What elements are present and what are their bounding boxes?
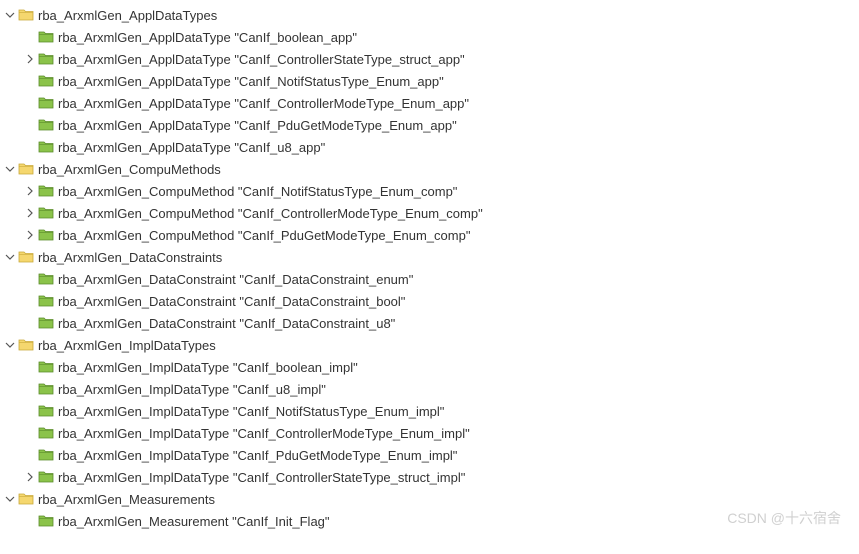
tree-node-label: rba_ArxmlGen_ApplDataType "CanIf_u8_app": [58, 140, 325, 155]
tree-parent-node[interactable]: rba_ArxmlGen_CompuMethods: [0, 158, 859, 180]
folder-icon: [18, 492, 34, 506]
folder-icon: [18, 162, 34, 176]
tree-node-label: rba_ArxmlGen_ApplDataType "CanIf_NotifSt…: [58, 74, 444, 89]
chevron-right-icon[interactable]: [22, 469, 38, 485]
toggle-spacer: [22, 315, 38, 331]
folder-icon: [38, 360, 54, 374]
tree-node-label: rba_ArxmlGen_ApplDataTypes: [38, 8, 217, 23]
toggle-spacer: [22, 139, 38, 155]
tree-child-node[interactable]: rba_ArxmlGen_ImplDataType "CanIf_NotifSt…: [0, 400, 859, 422]
tree-node-label: rba_ArxmlGen_ImplDataType "CanIf_Control…: [58, 426, 470, 441]
toggle-spacer: [22, 381, 38, 397]
folder-icon: [38, 228, 54, 242]
tree-child-node[interactable]: rba_ArxmlGen_ImplDataType "CanIf_u8_impl…: [0, 378, 859, 400]
chevron-down-icon[interactable]: [2, 491, 18, 507]
chevron-right-icon[interactable]: [22, 205, 38, 221]
folder-icon: [38, 184, 54, 198]
toggle-spacer: [22, 29, 38, 45]
tree-node-label: rba_ArxmlGen_Measurements: [38, 492, 215, 507]
folder-icon: [38, 74, 54, 88]
tree-node-label: rba_ArxmlGen_CompuMethod "CanIf_Controll…: [58, 206, 483, 221]
folder-icon: [38, 140, 54, 154]
tree-node-label: rba_ArxmlGen_ApplDataType "CanIf_Control…: [58, 96, 469, 111]
tree-child-node[interactable]: rba_ArxmlGen_ApplDataType "CanIf_Control…: [0, 92, 859, 114]
folder-icon: [18, 250, 34, 264]
tree-node-label: rba_ArxmlGen_CompuMethod "CanIf_PduGetMo…: [58, 228, 470, 243]
watermark: CSDN @十六宿舍: [727, 508, 841, 528]
folder-icon: [38, 294, 54, 308]
folder-icon: [38, 404, 54, 418]
folder-icon: [38, 426, 54, 440]
tree-node-label: rba_ArxmlGen_ImplDataType "CanIf_Control…: [58, 470, 465, 485]
tree-node-label: rba_ArxmlGen_ImplDataType "CanIf_u8_impl…: [58, 382, 326, 397]
folder-icon: [18, 338, 34, 352]
toggle-spacer: [22, 359, 38, 375]
tree-node-label: rba_ArxmlGen_DataConstraint "CanIf_DataC…: [58, 272, 413, 287]
toggle-spacer: [22, 403, 38, 419]
tree-child-node[interactable]: rba_ArxmlGen_DataConstraint "CanIf_DataC…: [0, 312, 859, 334]
tree-parent-node[interactable]: rba_ArxmlGen_Measurements: [0, 488, 859, 510]
tree-node-label: rba_ArxmlGen_ApplDataType "CanIf_boolean…: [58, 30, 357, 45]
folder-icon: [38, 382, 54, 396]
toggle-spacer: [22, 447, 38, 463]
folder-icon: [38, 448, 54, 462]
tree-view: rba_ArxmlGen_ApplDataTypes rba_ArxmlGen_A…: [0, 4, 859, 532]
tree-node-label: rba_ArxmlGen_DataConstraints: [38, 250, 222, 265]
chevron-down-icon[interactable]: [2, 7, 18, 23]
tree-node-label: rba_ArxmlGen_CompuMethod "CanIf_NotifSta…: [58, 184, 457, 199]
tree-node-label: rba_ArxmlGen_DataConstraint "CanIf_DataC…: [58, 316, 395, 331]
folder-icon: [38, 206, 54, 220]
tree-node-label: rba_ArxmlGen_ImplDataType "CanIf_PduGetM…: [58, 448, 457, 463]
tree-node-label: rba_ArxmlGen_CompuMethods: [38, 162, 221, 177]
folder-icon: [38, 30, 54, 44]
tree-node-label: rba_ArxmlGen_ImplDataType "CanIf_boolean…: [58, 360, 358, 375]
folder-icon: [38, 470, 54, 484]
tree-child-node[interactable]: rba_ArxmlGen_ImplDataType "CanIf_Control…: [0, 422, 859, 444]
toggle-spacer: [22, 117, 38, 133]
tree-child-node[interactable]: rba_ArxmlGen_ApplDataType "CanIf_NotifSt…: [0, 70, 859, 92]
tree-child-node[interactable]: rba_ArxmlGen_ImplDataType "CanIf_PduGetM…: [0, 444, 859, 466]
toggle-spacer: [22, 293, 38, 309]
chevron-down-icon[interactable]: [2, 249, 18, 265]
toggle-spacer: [22, 95, 38, 111]
tree-child-node[interactable]: rba_ArxmlGen_ApplDataType "CanIf_u8_app": [0, 136, 859, 158]
tree-child-node[interactable]: rba_ArxmlGen_ApplDataType "CanIf_PduGetM…: [0, 114, 859, 136]
toggle-spacer: [22, 425, 38, 441]
folder-icon: [38, 272, 54, 286]
tree-node-label: rba_ArxmlGen_ImplDataType "CanIf_NotifSt…: [58, 404, 444, 419]
tree-node-label: rba_ArxmlGen_ApplDataType "CanIf_Control…: [58, 52, 465, 67]
folder-icon: [18, 8, 34, 22]
tree-node-label: rba_ArxmlGen_ApplDataType "CanIf_PduGetM…: [58, 118, 457, 133]
chevron-right-icon[interactable]: [22, 227, 38, 243]
tree-child-node[interactable]: rba_ArxmlGen_CompuMethod "CanIf_Controll…: [0, 202, 859, 224]
tree-parent-node[interactable]: rba_ArxmlGen_DataConstraints: [0, 246, 859, 268]
folder-icon: [38, 96, 54, 110]
tree-child-node[interactable]: rba_ArxmlGen_DataConstraint "CanIf_DataC…: [0, 290, 859, 312]
chevron-down-icon[interactable]: [2, 337, 18, 353]
tree-node-label: rba_ArxmlGen_DataConstraint "CanIf_DataC…: [58, 294, 405, 309]
chevron-right-icon[interactable]: [22, 183, 38, 199]
toggle-spacer: [22, 513, 38, 529]
tree-node-label: rba_ArxmlGen_ImplDataTypes: [38, 338, 216, 353]
chevron-down-icon[interactable]: [2, 161, 18, 177]
tree-child-node[interactable]: rba_ArxmlGen_CompuMethod "CanIf_NotifSta…: [0, 180, 859, 202]
tree-child-node[interactable]: rba_ArxmlGen_ApplDataType "CanIf_boolean…: [0, 26, 859, 48]
folder-icon: [38, 514, 54, 528]
tree-child-node[interactable]: rba_ArxmlGen_CompuMethod "CanIf_PduGetMo…: [0, 224, 859, 246]
tree-child-node[interactable]: rba_ArxmlGen_ImplDataType "CanIf_Control…: [0, 466, 859, 488]
tree-child-node[interactable]: rba_ArxmlGen_ApplDataType "CanIf_Control…: [0, 48, 859, 70]
tree-node-label: rba_ArxmlGen_Measurement "CanIf_Init_Fla…: [58, 514, 330, 529]
chevron-right-icon[interactable]: [22, 51, 38, 67]
folder-icon: [38, 316, 54, 330]
tree-parent-node[interactable]: rba_ArxmlGen_ApplDataTypes: [0, 4, 859, 26]
tree-child-node[interactable]: rba_ArxmlGen_ImplDataType "CanIf_boolean…: [0, 356, 859, 378]
toggle-spacer: [22, 271, 38, 287]
tree-parent-node[interactable]: rba_ArxmlGen_ImplDataTypes: [0, 334, 859, 356]
folder-icon: [38, 118, 54, 132]
folder-icon: [38, 52, 54, 66]
tree-child-node[interactable]: rba_ArxmlGen_DataConstraint "CanIf_DataC…: [0, 268, 859, 290]
toggle-spacer: [22, 73, 38, 89]
